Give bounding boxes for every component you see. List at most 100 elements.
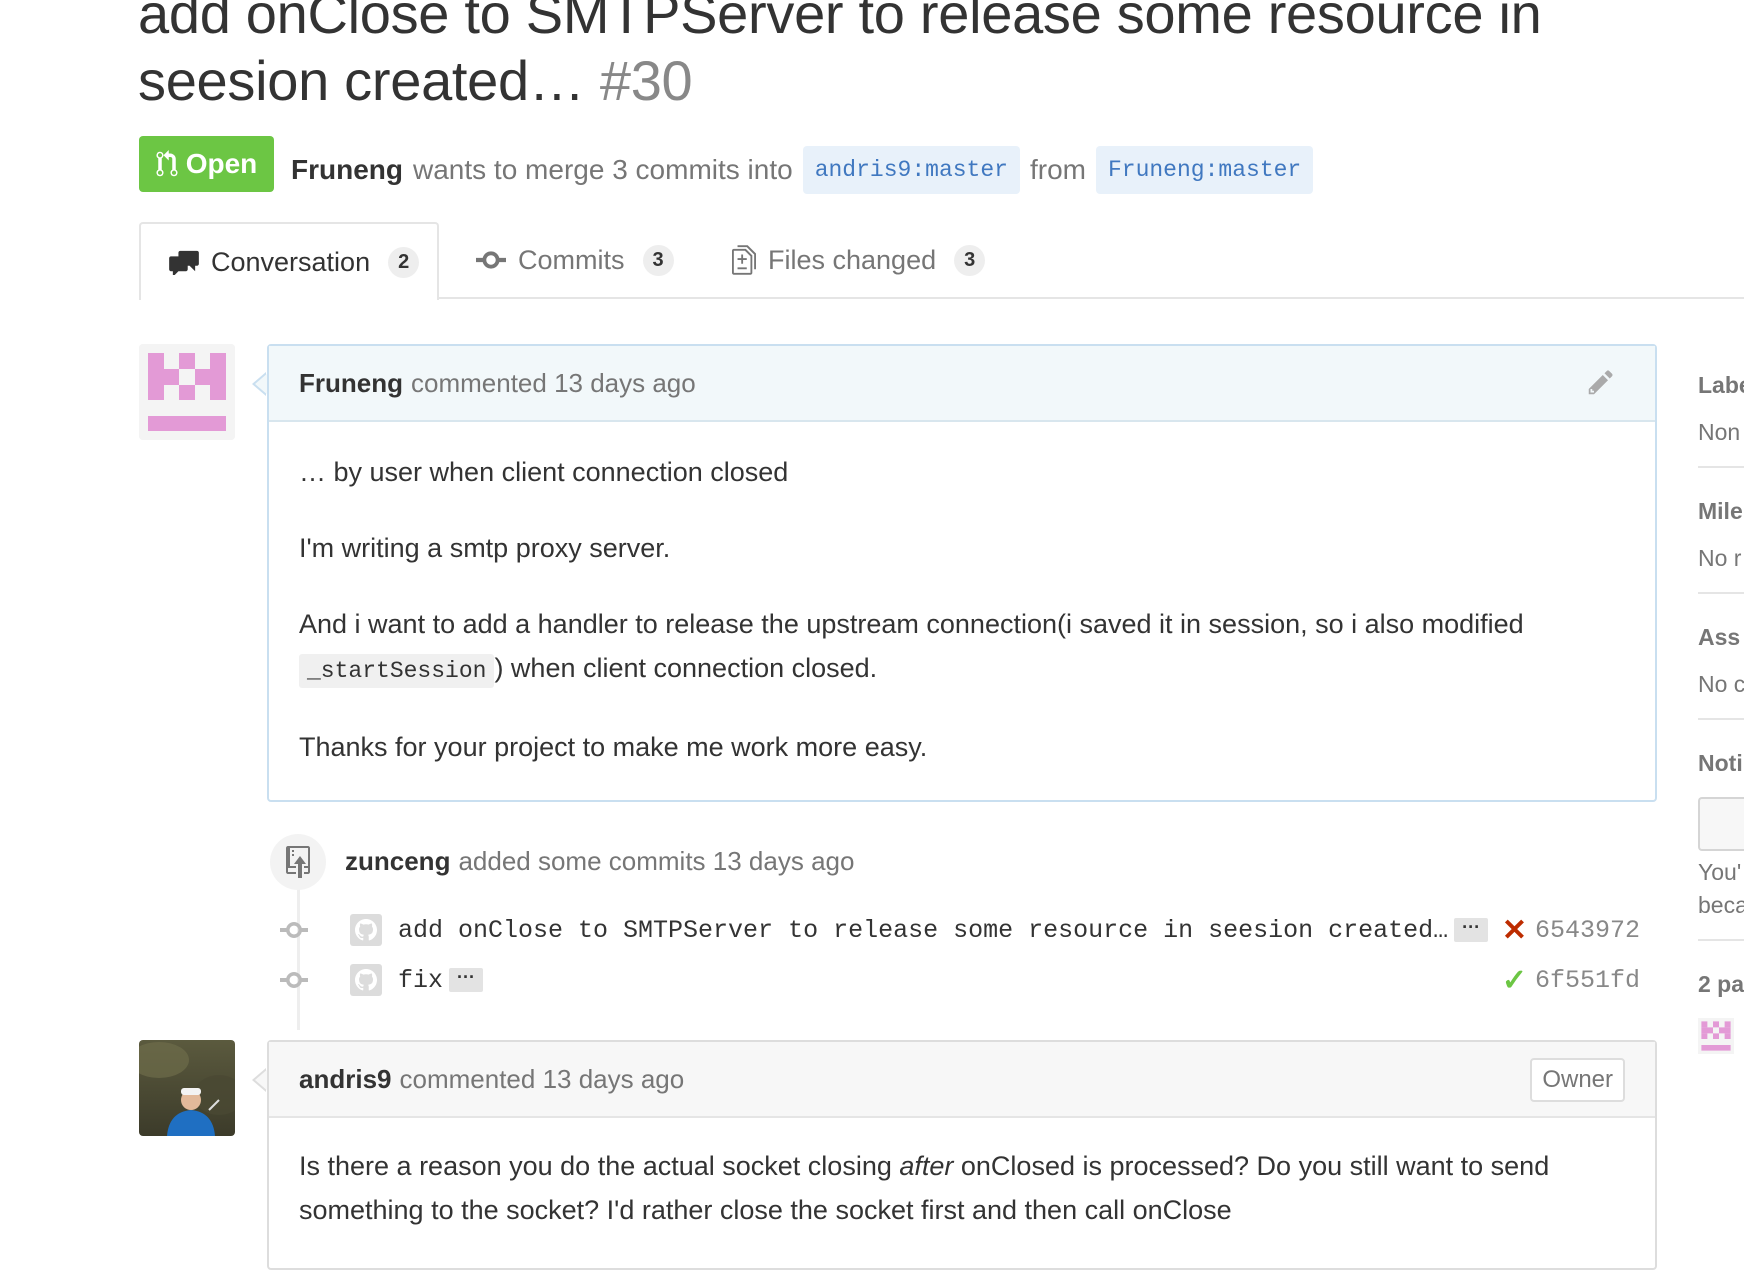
tab-files-changed[interactable]: Files changed 3	[732, 222, 986, 298]
commit-message[interactable]: fix	[398, 966, 443, 995]
comment-text: And i want to add a handler to release t…	[299, 609, 1524, 639]
commit-meta: ✓ 6f551fd	[1502, 963, 1640, 998]
comment-paragraph: And i want to add a handler to release t…	[299, 602, 1625, 693]
comment-meta[interactable]: commented 13 days ago	[411, 368, 696, 399]
tab-conversation-label: Conversation	[211, 246, 371, 277]
pr-author-link[interactable]: Fruneng	[291, 154, 403, 186]
from-text: from	[1029, 154, 1086, 185]
comment-text: onClosed is processed? Do you still want…	[953, 1151, 1550, 1181]
commit-message[interactable]: add onClose to SMTPServer to release som…	[398, 916, 1448, 945]
avatar-andris9[interactable]	[139, 1040, 235, 1136]
sidebar: Labe Non Mile No r Ass No c Noti You' be…	[1698, 360, 1744, 1160]
tab-commits-label: Commits	[518, 244, 625, 275]
inline-code: _startSession	[299, 654, 495, 688]
merge-info: Fruneng wants to merge 3 commits into an…	[291, 146, 1314, 194]
ci-failure-icon[interactable]: ✕	[1502, 913, 1527, 948]
event-description: zunceng added some commits 13 days ago	[345, 846, 854, 877]
git-commit-icon	[476, 251, 506, 269]
base-repo: andris9	[814, 157, 912, 183]
comment-emphasis: after	[899, 1151, 954, 1181]
comment-body: … by user when client connection closed …	[269, 422, 1655, 769]
commit-row: add onClose to SMTPServer to release som…	[280, 908, 1640, 952]
commit-meta: ✕ 6543972	[1502, 913, 1640, 948]
comment-text: ) when client connection closed.	[494, 653, 878, 683]
commit-author-avatar[interactable]	[350, 914, 382, 946]
git-commit-icon	[280, 922, 308, 938]
commit-dot	[280, 972, 320, 988]
comment-text: something to the socket? I'd rather clos…	[299, 1195, 1232, 1225]
subscribe-button[interactable]	[1698, 797, 1744, 851]
sidebar-divider	[1698, 592, 1744, 594]
sidebar-assignee-value: No c	[1698, 671, 1744, 697]
git-pull-request-icon	[156, 150, 178, 177]
commit-sha[interactable]: 6f551fd	[1535, 966, 1640, 995]
comment-header: andris9 commented 13 days ago Owner	[269, 1042, 1655, 1118]
repo-push-icon	[286, 846, 310, 878]
avatar-fruneng[interactable]	[139, 344, 235, 440]
tab-conversation[interactable]: Conversation 2	[139, 222, 439, 300]
sidebar-participants-heading: 2 pa	[1698, 971, 1744, 997]
comment-header: Fruneng commented 13 days ago	[269, 346, 1655, 422]
owner-badge: Owner	[1530, 1058, 1625, 1102]
comment-body: Is there a reason you do the actual sock…	[269, 1118, 1655, 1232]
commit-sha[interactable]: 6543972	[1535, 916, 1640, 945]
sidebar-milestone-value: No r	[1698, 545, 1742, 571]
event-text: added some commits 13 days ago	[458, 846, 855, 876]
commit-expander-button[interactable]: ···	[449, 968, 483, 992]
tab-files-label: Files changed	[768, 244, 937, 275]
comment-paragraph: Thanks for your project to make me work …	[299, 732, 928, 762]
commit-expander-button[interactable]: ···	[1454, 918, 1489, 942]
sidebar-notif-text: beca	[1698, 892, 1744, 918]
sidebar-notif-text: You'	[1698, 859, 1742, 885]
comment-author[interactable]: andris9	[299, 1064, 392, 1095]
comment-paragraph: I'm writing a smtp proxy server.	[299, 533, 671, 563]
head-repo: Fruneng	[1107, 157, 1205, 183]
comment-fruneng: Fruneng commented 13 days ago … by user …	[267, 344, 1657, 802]
tab-commits[interactable]: Commits 3	[476, 222, 674, 298]
sidebar-divider	[1698, 939, 1744, 941]
head-branch[interactable]: Fruneng:master	[1095, 146, 1314, 194]
sidebar-labels-value: Non	[1698, 419, 1741, 445]
tab-files-count: 3	[954, 244, 986, 276]
pencil-icon[interactable]	[1587, 368, 1615, 396]
identicon-image	[139, 344, 235, 440]
comment-paragraph: … by user when client connection closed	[299, 457, 789, 487]
sidebar-divider	[1698, 466, 1744, 468]
user-photo	[139, 1040, 235, 1136]
commit-dot	[280, 922, 320, 938]
event-author[interactable]: zunceng	[345, 846, 450, 876]
comment-meta[interactable]: commented 13 days ago	[400, 1064, 685, 1095]
git-commit-icon	[280, 972, 308, 988]
tab-conversation-count: 2	[388, 246, 420, 278]
comment-author[interactable]: Fruneng	[299, 368, 403, 399]
timeline-line	[297, 880, 300, 1030]
tab-commits-count: 3	[642, 244, 674, 276]
sidebar-divider	[1698, 718, 1744, 720]
identicon-image	[1701, 1021, 1731, 1051]
head-branch-name: master	[1218, 157, 1302, 183]
base-branch-name: master	[925, 157, 1008, 183]
sidebar-notifications-heading: Noti	[1698, 750, 1743, 776]
commit-author-avatar[interactable]	[350, 964, 382, 996]
octocat-icon	[355, 969, 377, 991]
ci-success-icon[interactable]: ✓	[1502, 963, 1527, 998]
event-badge	[270, 834, 326, 890]
pr-number: #30	[599, 49, 693, 112]
file-diff-icon	[732, 245, 756, 275]
comment-paragraph: Is there a reason you do the actual sock…	[299, 1144, 1625, 1232]
comment-discussion-icon	[169, 250, 199, 275]
sidebar-labels-heading[interactable]: Labe	[1698, 372, 1744, 399]
pr-title: add onClose to SMTPServer to release som…	[138, 0, 1718, 114]
comment-text: Is there a reason you do the actual sock…	[299, 1151, 900, 1181]
octocat-icon	[355, 919, 377, 941]
pr-title-text: add onClose to SMTPServer to release som…	[138, 0, 1542, 112]
state-label: Open	[185, 148, 258, 179]
state-badge-open: Open	[139, 136, 274, 192]
participant-avatar[interactable]	[1698, 1018, 1734, 1054]
merge-text: wants to merge 3 commits into	[413, 154, 793, 185]
base-branch[interactable]: andris9:master	[802, 146, 1020, 194]
comment-andris9: andris9 commented 13 days ago Owner Is t…	[267, 1040, 1657, 1270]
sidebar-milestone-heading[interactable]: Mile	[1698, 498, 1744, 525]
commit-row: fix ··· ✓ 6f551fd	[280, 958, 1640, 1002]
sidebar-assignee-heading[interactable]: Ass	[1698, 624, 1744, 651]
